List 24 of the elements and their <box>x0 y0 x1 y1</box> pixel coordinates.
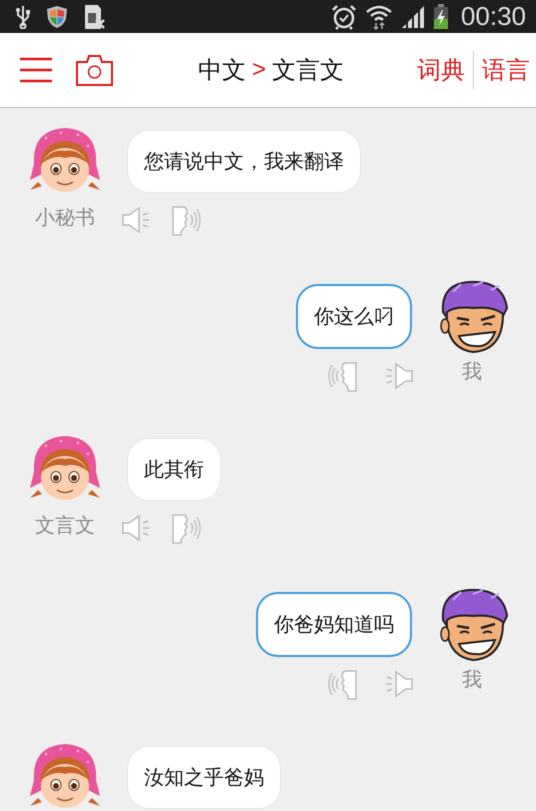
message-bubble: 你这么叼 <box>296 284 412 349</box>
sender-name: 我 <box>462 358 482 385</box>
sender-name: 文言文 <box>35 512 95 539</box>
message-bubble: 汝知之乎爸妈 <box>127 746 281 809</box>
status-time: 00:30 <box>460 1 526 32</box>
message-bubble: 此其衔 <box>127 438 221 501</box>
sender-name: 我 <box>462 666 482 693</box>
header-button[interactable]: 词典 <box>409 54 473 86</box>
separator: > <box>252 56 266 84</box>
sim-card-icon <box>84 4 106 30</box>
sender-name: 小秘书 <box>35 204 95 231</box>
source-language[interactable]: 中文 <box>198 54 246 86</box>
camera-icon[interactable] <box>76 54 113 86</box>
shield-icon <box>46 4 68 28</box>
battery-charging-icon <box>432 4 449 30</box>
message-bubble: 你爸妈知道吗 <box>256 592 412 657</box>
wifi-icon <box>364 4 393 30</box>
usb-icon <box>16 4 30 28</box>
message-bubble: 您请说中文，我来翻译 <box>127 130 361 193</box>
target-language[interactable]: 文言文 <box>272 54 344 86</box>
menu-icon[interactable] <box>20 57 52 83</box>
signal-icon <box>400 4 425 28</box>
alarm-clock-icon <box>330 4 357 30</box>
header-button[interactable]: 语言 <box>474 54 536 86</box>
